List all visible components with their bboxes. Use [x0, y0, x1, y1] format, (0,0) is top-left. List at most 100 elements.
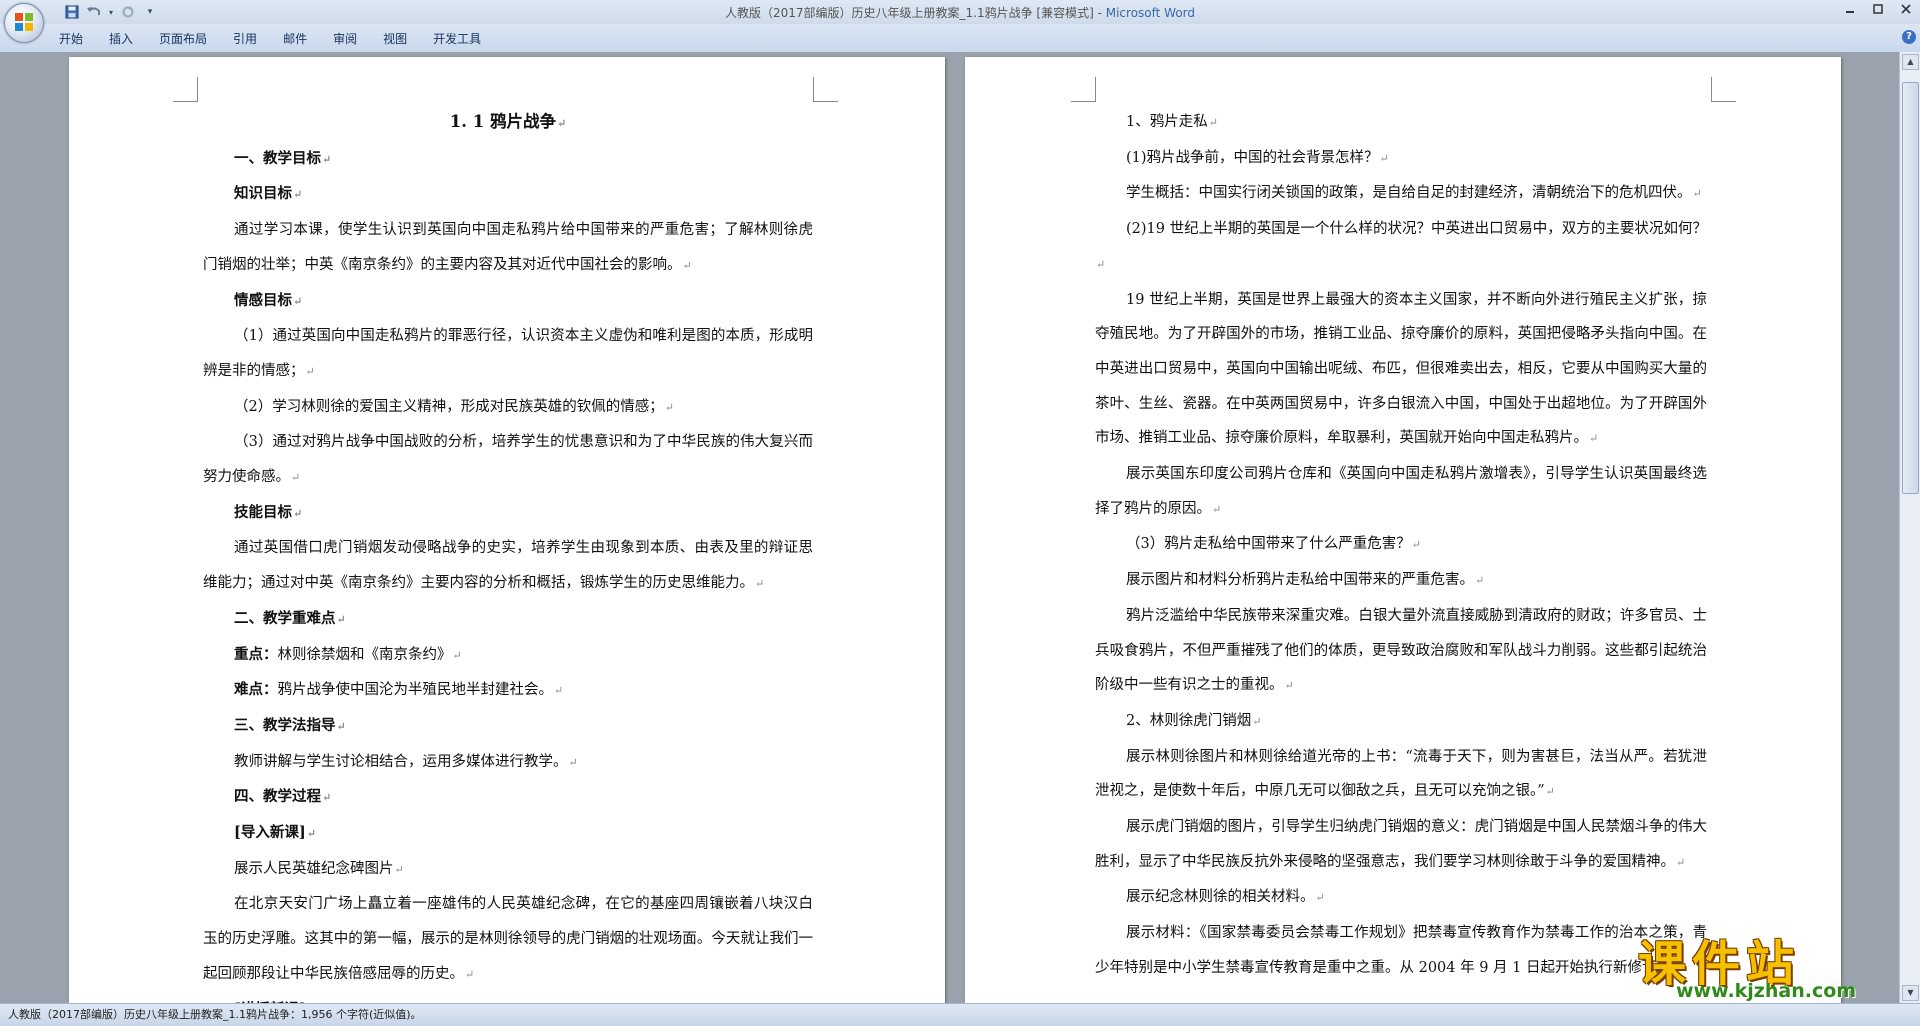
paragraph-mark-icon: ↵: [1475, 574, 1485, 588]
paragraph-mark-icon: ↵: [1692, 187, 1702, 201]
office-button[interactable]: [4, 3, 44, 43]
paragraph-text: 教师讲解与学生讨论相结合，运用多媒体进行教学。: [234, 753, 568, 770]
left-page-paragraph: [讲授新课]↵: [203, 993, 813, 1003]
left-page-text[interactable]: 1. 1 鸦片战争↵ 一、教学目标↵ 知识目标↵ 通过学习本课，使学生认识到英国向中国…: [203, 105, 813, 1003]
paragraph-mark-icon: ↵: [1379, 151, 1389, 165]
left-page-paragraph: 在北京天安门广场上矗立着一座雄伟的人民英雄纪念碑，在它的基座四周镶嵌着八块汉白玉…: [203, 887, 813, 992]
tab-3[interactable]: 引用: [220, 30, 270, 48]
tab-4[interactable]: 邮件: [270, 30, 320, 48]
crop-mark-top-left: [1071, 77, 1096, 102]
minimize-icon[interactable]: [1836, 0, 1864, 18]
paragraph-mark-icon: ↵: [1545, 785, 1555, 799]
paragraph-text: (2)19 世纪上半期的英国是一个什么样的状况？中英进出口贸易中，双方的主要状况…: [1126, 221, 1707, 238]
right-page-paragraph: 展示英国东印度公司鸦片仓库和《英国向中国走私鸦片激增表》，引导学生认识英国最终选…: [1095, 457, 1707, 527]
left-page-paragraph: 1. 1 鸦片战争↵: [203, 105, 813, 142]
paragraph-mark-icon: ↵: [755, 577, 765, 591]
left-page-paragraph: [导入新课]↵: [203, 816, 813, 852]
paragraph-text: 二、教学重难点: [234, 609, 336, 627]
paragraph-text: 展示纪念林则徐的相关材料。: [1126, 889, 1315, 906]
left-page-paragraph: 通过英国借口虎门销烟发动侵略战争的史实，培养学生由现象到本质、由表及里的辩证思维…: [203, 531, 813, 601]
app-name: Microsoft Word: [1105, 6, 1196, 20]
paragraph-text: 展示人民英雄纪念碑图片: [234, 860, 394, 877]
right-page-paragraph: 1、鸦片走私↵: [1095, 105, 1707, 141]
office-logo-icon: [15, 13, 33, 31]
paragraph-mark-icon: ↵: [452, 648, 462, 662]
tab-7[interactable]: 开发工具: [420, 30, 494, 48]
right-page-paragraph: (1)鸦片战争前，中国的社会背景怎样？↵: [1095, 141, 1707, 177]
right-page-paragraph: （3）鸦片走私给中国带来了什么严重危害？↵: [1095, 527, 1707, 563]
paragraph-mark-icon: ↵: [1315, 891, 1325, 905]
paragraph-text: （1）通过英国向中国走私鸦片的罪恶行径，认识资本主义虚伪和唯利是图的本质，形成明…: [203, 328, 813, 379]
crop-mark-top-left: [173, 77, 198, 102]
paragraph-mark-icon: ↵: [322, 152, 332, 166]
paragraph-mark-icon: ↵: [1411, 538, 1421, 552]
window-title: 人教版（2017部编版）历史八年级上册教案_1.1鸦片战争 [兼容模式] - M…: [0, 4, 1920, 21]
paragraph-text: 在北京天安门广场上矗立着一座雄伟的人民英雄纪念碑，在它的基座四周镶嵌着八块汉白玉…: [203, 896, 813, 982]
paragraph-text: 鸦片泛滥给中华民族带来深重灾难。白银大量外流直接威胁到清政府的财政；许多官员、士…: [1095, 607, 1707, 694]
left-page-paragraph: 二、教学重难点↵: [203, 602, 813, 638]
paragraph-text: 展示虎门销烟的图片，引导学生归纳虎门销烟的意义：虎门销烟是中国人民禁烟斗争的伟大…: [1095, 819, 1707, 870]
page-left[interactable]: 1. 1 鸦片战争↵ 一、教学目标↵ 知识目标↵ 通过学习本课，使学生认识到英国向中国…: [69, 57, 945, 1003]
left-page-paragraph: 通过学习本课，使学生认识到英国向中国走私鸦片给中国带来的严重危害；了解林则徐虎门…: [203, 213, 813, 283]
paragraph-text: 19 世纪上半期，英国是世界上最强大的资本主义国家，并不断向外进行殖民主义扩张，…: [1095, 291, 1707, 447]
paragraph-text: 1、鸦片走私: [1126, 114, 1208, 130]
scroll-thumb[interactable]: [1902, 82, 1919, 494]
paragraph-mark-icon: ↵: [293, 188, 303, 202]
paragraph-mark-icon: ↵: [293, 506, 303, 520]
right-page-text[interactable]: 1、鸦片走私↵ (1)鸦片战争前，中国的社会背景怎样？↵ 学生概括：中国实行闭关锁国…: [1095, 105, 1707, 987]
left-page-paragraph: 教师讲解与学生讨论相结合，运用多媒体进行教学。↵: [203, 745, 813, 781]
paragraph-mark-icon: ↵: [568, 755, 578, 769]
scroll-up-icon[interactable]: ▲: [1902, 54, 1919, 70]
crop-mark-top-right: [1711, 77, 1736, 102]
vertical-scrollbar[interactable]: ▲ ▼: [1899, 52, 1920, 1003]
ribbon-tabs: 开始 插入 页面布局 引用 邮件 审阅 视图 开发工具: [46, 30, 494, 48]
paragraph-text: 2、林则徐虎门销烟: [1126, 712, 1252, 729]
left-page-paragraph: 四、教学过程↵: [203, 780, 813, 816]
paragraph-text: 四、教学过程: [234, 788, 321, 806]
paragraph-mark-icon: ↵: [336, 719, 346, 733]
left-page-paragraph: 展示人民英雄纪念碑图片↵: [203, 852, 813, 888]
tab-2[interactable]: 页面布局: [146, 30, 220, 48]
left-page-paragraph: 三、教学法指导↵: [203, 709, 813, 745]
right-page-paragraph: (2)19 世纪上半期的英国是一个什么样的状况？中英进出口贸易中，双方的主要状况…: [1095, 212, 1707, 282]
page-right[interactable]: 1、鸦片走私↵ (1)鸦片战争前，中国的社会背景怎样？↵ 学生概括：中国实行闭关锁国…: [965, 57, 1841, 1003]
ribbon: 开始 插入 页面布局 引用 邮件 审阅 视图 开发工具 ?: [0, 24, 1920, 53]
paragraph-lead: 重点：: [234, 645, 278, 663]
tab-6[interactable]: 视图: [370, 30, 420, 48]
right-page-paragraph: 学生概括：中国实行闭关锁国的政策，是自给自足的封建经济，清朝统治下的危机四伏。↵: [1095, 176, 1707, 212]
paragraph-mark-icon: ↵: [664, 400, 674, 414]
right-page-paragraph: 2、林则徐虎门销烟↵: [1095, 704, 1707, 740]
paragraph-text: 通过英国借口虎门销烟发动侵略战争的史实，培养学生由现象到本质、由表及里的辩证思维…: [203, 540, 813, 592]
left-page-paragraph: （1）通过英国向中国走私鸦片的罪恶行径，认识资本主义虚伪和唯利是图的本质，形成明…: [203, 319, 813, 389]
tab-0[interactable]: 开始: [46, 30, 96, 48]
crop-mark-top-right: [813, 77, 838, 102]
paragraph-text: 情感目标: [234, 291, 292, 309]
paragraph-text: 知识目标: [234, 185, 292, 203]
tab-1[interactable]: 插入: [96, 30, 146, 48]
status-bar: 人教版（2017部编版）历史八年级上册教案_1.1鸦片战争：1,956 个字符(…: [0, 1003, 1920, 1026]
paragraph-mark-icon: ↵: [465, 967, 475, 981]
maximize-icon[interactable]: [1864, 0, 1892, 18]
paragraph-text: 1. 1 鸦片战争: [449, 112, 556, 131]
help-icon[interactable]: ?: [1902, 30, 1916, 44]
watermark-url: www.kjzhan.com: [1676, 980, 1857, 1002]
paragraph-mark-icon: ↵: [1212, 502, 1222, 516]
left-page-paragraph: 技能目标↵: [203, 496, 813, 532]
tab-5[interactable]: 审阅: [320, 30, 370, 48]
paragraph-text: 展示林则徐图片和林则徐给道光帝的上书：“流毒于天下，则为害甚巨，法当从严。若犹泄…: [1095, 748, 1707, 800]
paragraph-mark-icon: ↵: [1284, 679, 1294, 693]
status-text: 人教版（2017部编版）历史八年级上册教案_1.1鸦片战争：1,956 个字符(…: [8, 1008, 422, 1021]
left-page-paragraph: （3）通过对鸦片战争中国战败的分析，培养学生的忧患意识和为了中华民族的伟大复兴而…: [203, 425, 813, 495]
paragraph-lead: 难点：: [234, 681, 278, 699]
paragraph-text: 展示图片和材料分析鸦片走私给中国带来的严重危害。: [1126, 572, 1474, 589]
document-title: 人教版（2017部编版）历史八年级上册教案_1.1鸦片战争 [兼容模式] -: [724, 6, 1106, 20]
left-page-paragraph: （2）学习林则徐的爱国主义精神，形成对民族英雄的钦佩的情感；↵: [203, 390, 813, 426]
paragraph-text: 一、教学目标: [234, 149, 321, 167]
paragraph-mark-icon: ↵: [322, 791, 332, 805]
paragraph-text: (1)鸦片战争前，中国的社会背景怎样？: [1126, 149, 1379, 166]
right-page-paragraph: 展示材料：《国家禁毒委员会禁毒工作规划》把禁毒宣传教育作为禁毒工作的治本之策，青…: [1095, 916, 1707, 986]
document-area: 1. 1 鸦片战争↵ 一、教学目标↵ 知识目标↵ 通过学习本课，使学生认识到英国向中国…: [0, 52, 1900, 1003]
paragraph-mark-icon: ↵: [394, 862, 404, 876]
close-icon[interactable]: [1892, 0, 1920, 18]
paragraph-text: 学生概括：中国实行闭关锁国的政策，是自给自足的封建经济，清朝统治下的危机四伏。: [1126, 185, 1692, 202]
